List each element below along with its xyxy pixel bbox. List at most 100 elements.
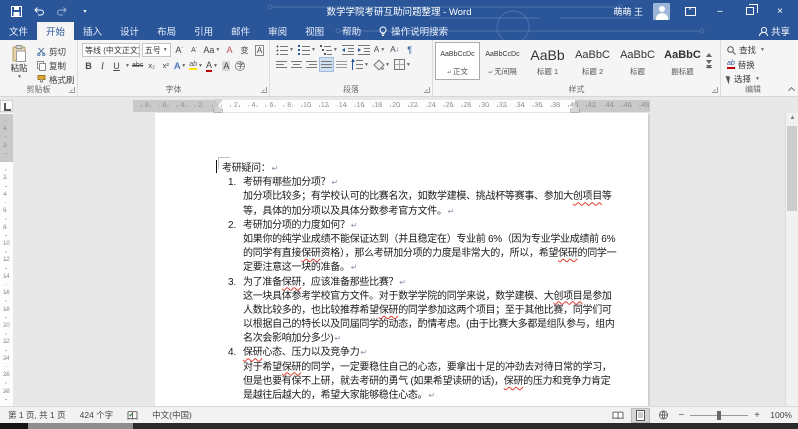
style-no-spacing[interactable]: AaBbCcDc ↵无间隔 bbox=[481, 43, 524, 79]
read-mode-button[interactable] bbox=[609, 409, 626, 422]
multilevel-list-button[interactable]: ▼ bbox=[319, 43, 339, 56]
zoom-level[interactable]: 100% bbox=[766, 410, 792, 420]
paragraph-dialog-launcher[interactable] bbox=[424, 87, 430, 93]
doc-line[interactable]: 4.保研心态、压力以及竞争力↵ bbox=[222, 346, 594, 360]
word-count[interactable]: 424 个字 bbox=[80, 409, 114, 421]
doc-line[interactable]: 但是也要有保不上研，就去考研的勇气 (如果希望读研的话)，保研的压力和竞争力肯定 bbox=[222, 375, 594, 389]
page-indicator[interactable]: 第 1 页, 共 1 页 bbox=[8, 409, 66, 421]
doc-line[interactable]: 2.考研加分项的力度如何？↵ bbox=[222, 219, 594, 233]
horizontal-ruler[interactable]: 8642246810121416182022242628303234363840… bbox=[133, 100, 650, 112]
justify-button[interactable] bbox=[320, 58, 333, 71]
tab-help[interactable]: 帮助 bbox=[333, 22, 370, 40]
share-button[interactable]: 共享 bbox=[759, 22, 790, 40]
character-border-button[interactable]: A bbox=[253, 44, 266, 57]
bullets-button[interactable]: ▼ bbox=[275, 43, 295, 56]
tab-home[interactable]: 开始 bbox=[37, 22, 74, 40]
decrease-indent-button[interactable] bbox=[341, 43, 355, 56]
doc-line[interactable]: 加分项比较多；有学校认可的比赛名次，如数学建模、挑战杯等赛事、参加大创项目等 bbox=[222, 190, 594, 204]
strikethrough-button[interactable]: abc bbox=[131, 59, 144, 72]
font-size-combo[interactable]: 五号▼ bbox=[142, 43, 171, 57]
vertical-ruler[interactable]: 42246810121416182022242628 bbox=[0, 113, 13, 406]
style-subtitle[interactable]: AaBbC 副标题 bbox=[661, 43, 704, 79]
style-normal[interactable]: AaBbCcDc ↵正文 bbox=[436, 43, 479, 79]
zoom-slider-thumb[interactable] bbox=[717, 411, 721, 420]
styles-scroll-up-icon[interactable] bbox=[706, 53, 712, 57]
save-icon[interactable] bbox=[9, 4, 23, 18]
clear-formatting-button[interactable]: A bbox=[223, 44, 236, 57]
restore-icon[interactable] bbox=[740, 2, 760, 20]
tab-view[interactable]: 视图 bbox=[296, 22, 333, 40]
grow-font-button[interactable]: Aˆ bbox=[173, 44, 186, 57]
redo-icon[interactable] bbox=[55, 4, 69, 18]
scrollbar-thumb[interactable] bbox=[787, 126, 797, 211]
doc-line[interactable]: 等，具体的加分项以及具体分数参考官方文件。↵ bbox=[222, 205, 594, 219]
doc-line[interactable]: 如果你的纯学业成绩不能保证达到（并且稳定在）专业前 6%（因为专业学业成绩前 6… bbox=[222, 233, 594, 247]
close-icon[interactable]: × bbox=[770, 2, 790, 20]
doc-line[interactable]: 对于希望保研的同学，一定要稳住自己的心态，要拿出十足的冲劲去对待日常的学习， bbox=[222, 361, 594, 375]
borders-button[interactable]: ▼ bbox=[393, 58, 412, 71]
numbering-button[interactable]: ▼ bbox=[297, 43, 317, 56]
undo-icon[interactable] bbox=[32, 4, 46, 18]
change-case-button[interactable]: Aa▼ bbox=[203, 44, 221, 57]
copy-button[interactable]: 复制 bbox=[37, 59, 75, 72]
line-spacing-button[interactable]: ▼ bbox=[350, 58, 370, 71]
shrink-font-button[interactable]: Aˇ bbox=[188, 44, 201, 57]
page[interactable]: 考研疑问：↵1.考研有哪些加分项？↵加分项比较多；有学校认可的比赛名次，如数学建… bbox=[155, 113, 648, 406]
ribbon-display-options-icon[interactable]: ^ bbox=[680, 2, 700, 20]
highlight-color-button[interactable]: ab▼ bbox=[188, 59, 204, 72]
shading-button[interactable]: ▼ bbox=[372, 58, 391, 71]
doc-line[interactable]: 是越往后越大的，希望大家能够稳住心态。↵ bbox=[222, 389, 594, 403]
print-layout-button[interactable] bbox=[632, 409, 649, 422]
italic-button[interactable]: I bbox=[96, 59, 109, 72]
tell-me-search[interactable]: 操作说明搜索 bbox=[370, 22, 457, 40]
tab-layout[interactable]: 布局 bbox=[148, 22, 185, 40]
language-indicator[interactable]: 中文(中国) bbox=[152, 409, 192, 421]
show-hide-marks-button[interactable]: ¶ bbox=[403, 43, 416, 56]
tab-mailings[interactable]: 邮件 bbox=[222, 22, 259, 40]
user-avatar[interactable] bbox=[653, 3, 670, 20]
doc-line[interactable]: 考研疑问：↵ bbox=[222, 162, 594, 176]
bold-button[interactable]: B bbox=[82, 59, 95, 72]
character-shading-button[interactable]: A bbox=[220, 59, 233, 72]
collapse-ribbon-icon[interactable] bbox=[788, 86, 794, 92]
style-title[interactable]: AaBbC 标题 bbox=[616, 43, 659, 79]
customize-qat-icon[interactable]: ▾ bbox=[78, 4, 92, 18]
align-left-button[interactable] bbox=[275, 58, 288, 71]
tab-references[interactable]: 引用 bbox=[185, 22, 222, 40]
tab-review[interactable]: 审阅 bbox=[259, 22, 296, 40]
find-button[interactable]: 查找▼ bbox=[727, 44, 783, 56]
increase-indent-button[interactable] bbox=[357, 43, 371, 56]
doc-line[interactable]: 名次会影响加分多少)↵ bbox=[222, 332, 594, 346]
doc-line[interactable]: 的同学有直接保研资格），那么考研加分项的力度是非常大的，所以，希望保研的同学一 bbox=[222, 247, 594, 261]
doc-line[interactable]: 以根据自己的特长以及同届同学的动态，酌情考虑。(由于比赛大多都是组队参与，组内 bbox=[222, 318, 594, 332]
doc-line[interactable]: 1.考研有哪些加分项？↵ bbox=[222, 176, 594, 190]
tab-selector[interactable] bbox=[0, 100, 13, 112]
doc-line[interactable]: 人数比较多的，也比较推荐希望保研的同学参加这两个项目；至于其他比赛，同学们可 bbox=[222, 304, 594, 318]
proofing-icon[interactable] bbox=[127, 410, 138, 421]
zoom-out-button[interactable]: − bbox=[678, 410, 684, 421]
zoom-slider[interactable] bbox=[690, 415, 748, 416]
style-heading-1[interactable]: AaBb 标题 1 bbox=[526, 43, 569, 79]
doc-line[interactable]: 这一块具体参考学校官方文件。对于数学学院的同学来说，数学建模、大创项目是参加 bbox=[222, 290, 594, 304]
doc-line[interactable]: 定要注意这一块的准备。↵ bbox=[222, 261, 594, 275]
styles-scroll-down-icon[interactable] bbox=[706, 60, 712, 64]
web-layout-button[interactable] bbox=[655, 409, 672, 422]
tab-file[interactable]: 文件 bbox=[0, 22, 37, 40]
cut-button[interactable]: 剪切 bbox=[37, 45, 75, 58]
zoom-in-button[interactable]: + bbox=[754, 410, 760, 421]
right-indent-marker[interactable] bbox=[571, 109, 579, 112]
hanging-indent-marker[interactable] bbox=[214, 109, 222, 112]
superscript-button[interactable]: x² bbox=[159, 59, 172, 72]
text-effects-button[interactable]: A▼ bbox=[173, 59, 187, 72]
styles-dialog-launcher[interactable] bbox=[712, 87, 718, 93]
minimize-icon[interactable]: – bbox=[710, 2, 730, 20]
align-center-button[interactable] bbox=[290, 58, 303, 71]
doc-line[interactable]: 3.为了准备保研，应该准备那些比赛？↵ bbox=[222, 276, 594, 290]
underline-dropdown-arrow[interactable]: ▼ bbox=[125, 63, 130, 69]
font-color-button[interactable]: A▼ bbox=[205, 59, 219, 72]
scroll-up-icon[interactable]: ▲ bbox=[786, 115, 798, 121]
vertical-scrollbar[interactable]: ▲ bbox=[785, 113, 798, 406]
replace-button[interactable]: ab 替换 bbox=[727, 59, 783, 71]
distribute-button[interactable] bbox=[335, 58, 348, 71]
style-heading-2[interactable]: AaBbC 标题 2 bbox=[571, 43, 614, 79]
